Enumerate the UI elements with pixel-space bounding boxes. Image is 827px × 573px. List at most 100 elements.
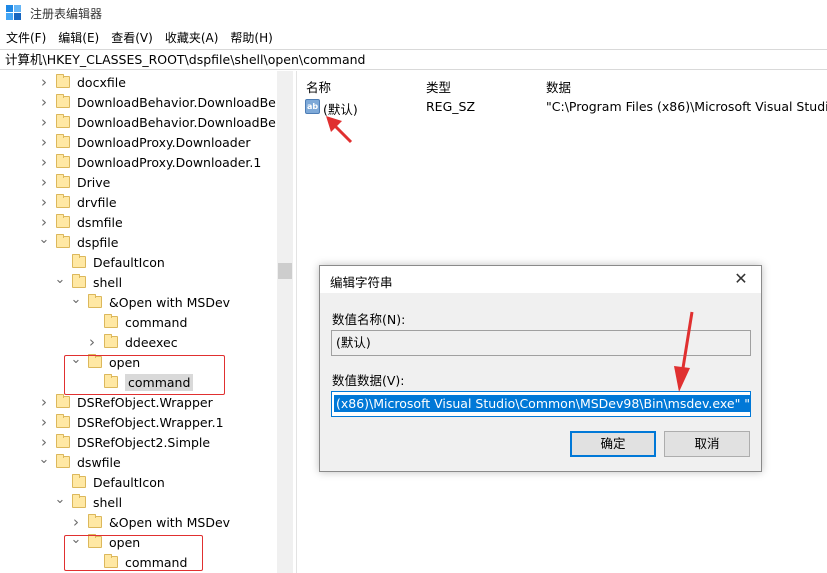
folder-icon — [72, 494, 86, 508]
folder-icon — [104, 314, 118, 328]
cancel-button[interactable]: 取消 — [664, 431, 750, 457]
key-tree: › docxfile › DownloadBehavior.DownloadBeha ›… — [0, 71, 293, 573]
tree-item-label: DSRefObject.Wrapper.1 — [77, 414, 224, 430]
value-data-field[interactable]: (x86)\Microsoft Visual Studio\Common\MSD… — [331, 391, 751, 417]
chevron-down-icon[interactable]: ⌄ — [38, 449, 50, 469]
tree-item-label: dswfile — [77, 454, 121, 470]
menu-view[interactable]: 查看(V) — [105, 29, 159, 46]
tree-item[interactable]: ⌄ &Open with MSDev — [70, 289, 231, 312]
tree-item-label: docxfile — [77, 74, 126, 90]
chevron-right-icon[interactable]: › — [38, 152, 50, 172]
tree-item[interactable]: › DSRefObject2.Simple — [38, 432, 210, 452]
folder-icon — [56, 414, 70, 428]
chevron-right-icon[interactable]: › — [38, 412, 50, 432]
address-bar[interactable]: 计算机\HKEY_CLASSES_ROOT\dspfile\shell\open… — [0, 49, 827, 70]
tree-item[interactable]: › &Open with MSDev — [70, 512, 230, 532]
value-name-label: 数值名称(N): — [332, 312, 406, 327]
window-title: 注册表编辑器 — [30, 6, 103, 21]
dialog-title: 编辑字符串 — [330, 275, 393, 290]
chevron-right-icon[interactable]: › — [86, 332, 98, 352]
tree-item[interactable]: › DownloadProxy.Downloader.1 — [38, 152, 261, 172]
tree-item-label: DownloadProxy.Downloader — [77, 134, 251, 150]
chevron-right-icon[interactable]: › — [38, 192, 50, 212]
tree-item[interactable]: › DSRefObject.Wrapper — [38, 392, 213, 412]
tree-item[interactable]: › DSRefObject.Wrapper.1 — [38, 412, 224, 432]
tree-item[interactable]: › DownloadProxy.Downloader — [38, 132, 251, 152]
folder-icon — [104, 334, 118, 348]
menu-favorites[interactable]: 收藏夹(A) — [159, 29, 225, 46]
tree-item-label: command — [125, 314, 188, 330]
tree-item[interactable]: ⌄ dswfile — [38, 452, 121, 472]
chevron-down-icon[interactable]: ⌄ — [70, 289, 82, 309]
tree-item-label: &Open with MSDev — [109, 514, 231, 530]
chevron-right-icon[interactable]: › — [38, 92, 50, 112]
folder-icon — [72, 254, 86, 268]
tree-item[interactable]: ⌄ dspfile — [38, 229, 119, 252]
menu-edit[interactable]: 编辑(E) — [52, 29, 105, 46]
folder-icon — [56, 174, 70, 188]
tree-item[interactable]: › docxfile — [38, 72, 126, 92]
tree-item-label: DownloadProxy.Downloader.1 — [77, 154, 262, 170]
chevron-right-icon[interactable]: › — [38, 132, 50, 152]
tree-item-label: DefaultIcon — [93, 474, 165, 490]
tree-item[interactable]: ⌄ shell — [54, 269, 123, 292]
folder-icon — [56, 434, 70, 448]
registry-editor-icon — [6, 5, 22, 21]
tree-item[interactable]: › dsmfile — [38, 212, 123, 232]
annotation-box-dswfile-open — [64, 535, 203, 571]
value-row-default[interactable]: ab (默认) REG_SZ "C:\Program Files (x86)\M… — [298, 97, 827, 117]
tree-item-label: &Open with MSDev — [109, 294, 231, 310]
tree-item[interactable]: ⌄ shell — [54, 489, 123, 512]
folder-icon — [56, 94, 70, 108]
folder-icon — [56, 454, 70, 468]
folder-icon — [56, 154, 70, 168]
tree-item[interactable]: › drvfile — [38, 192, 117, 212]
tree-item[interactable]: › DownloadBehavior.DownloadBeha — [38, 92, 291, 112]
menu-file[interactable]: 文件(F) — [0, 29, 52, 46]
chevron-right-icon[interactable]: › — [38, 392, 50, 412]
folder-icon — [56, 74, 70, 88]
tree-item-label: dspfile — [77, 234, 119, 250]
menu-help[interactable]: 帮助(H) — [224, 29, 278, 46]
close-icon[interactable]: ✕ — [727, 268, 755, 290]
ok-button[interactable]: 确定 — [570, 431, 656, 457]
pane-splitter[interactable] — [296, 71, 297, 573]
column-header-name[interactable]: 名称 — [306, 77, 331, 96]
tree-scrollbar-thumb[interactable] — [278, 263, 292, 279]
folder-icon — [56, 194, 70, 208]
tree-item[interactable]: command — [86, 312, 187, 332]
folder-icon — [88, 294, 102, 308]
tree-item-label: dsmfile — [77, 214, 123, 230]
folder-icon — [56, 234, 70, 248]
tree-item[interactable]: › ddeexec — [86, 332, 178, 352]
folder-icon — [56, 114, 70, 128]
tree-item-label: shell — [93, 494, 123, 510]
column-header-type[interactable]: 类型 — [426, 77, 451, 96]
chevron-right-icon[interactable]: › — [38, 172, 50, 192]
annotation-box-dspfile-open — [64, 355, 225, 395]
tree-item-label: DownloadBehavior.DownloadBeha — [77, 94, 292, 110]
chevron-down-icon[interactable]: ⌄ — [38, 229, 50, 249]
tree-scrollbar[interactable] — [277, 71, 293, 573]
tree-item[interactable]: DefaultIcon — [54, 252, 165, 272]
value-name: (默认) — [323, 102, 358, 117]
tree-item-label: DSRefObject.Wrapper — [77, 394, 213, 410]
tree-item[interactable]: › DownloadBehavior.DownloadBeha — [38, 112, 291, 132]
folder-icon — [56, 394, 70, 408]
chevron-right-icon[interactable]: › — [38, 72, 50, 92]
chevron-down-icon[interactable]: ⌄ — [54, 489, 66, 509]
title-bar: 注册表编辑器 — [0, 0, 827, 26]
menu-bar: 文件(F) 编辑(E) 查看(V) 收藏夹(A) 帮助(H) — [0, 27, 279, 48]
tree-item[interactable]: DefaultIcon — [54, 472, 165, 492]
folder-icon — [56, 214, 70, 228]
tree-item-label: Drive — [77, 174, 111, 190]
chevron-down-icon[interactable]: ⌄ — [54, 269, 66, 289]
tree-item[interactable]: › Drive — [38, 172, 110, 192]
string-value-icon: ab — [305, 99, 320, 114]
column-header-data[interactable]: 数据 — [546, 77, 571, 96]
value-data-label: 数值数据(V): — [332, 373, 405, 388]
value-name-field: (默认) — [331, 330, 751, 356]
chevron-right-icon[interactable]: › — [38, 112, 50, 132]
tree-item-label: drvfile — [77, 194, 117, 210]
